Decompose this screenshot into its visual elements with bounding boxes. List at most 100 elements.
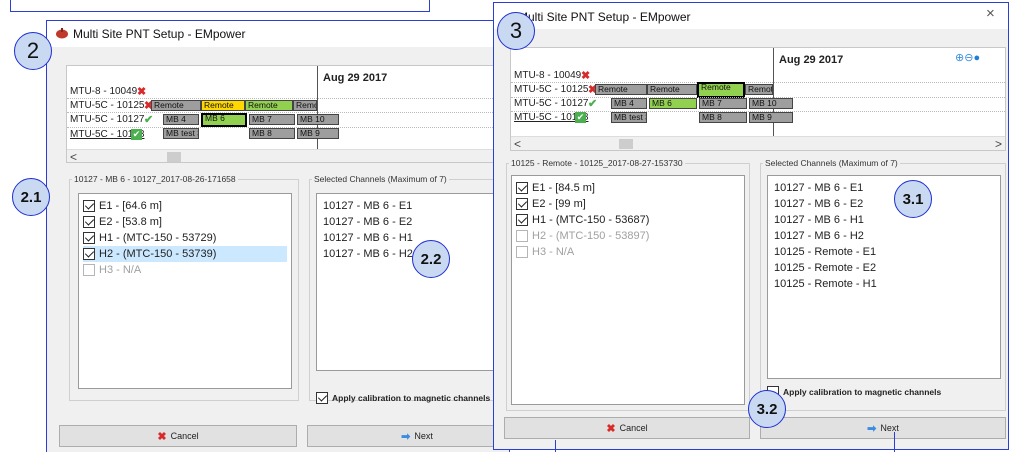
selected-channel-item[interactable]: 10127 - MB 6 - E1 [774, 182, 863, 194]
window-title: Multi Site PNT Setup - EMpower [73, 27, 246, 41]
next-button[interactable]: ➡ Next [307, 425, 509, 447]
callout-2-1: 2.1 [12, 178, 50, 216]
segment-remote[interactable]: Remote [201, 100, 245, 111]
segment-mb[interactable]: MB 6 [649, 98, 697, 109]
cancel-button[interactable]: ✖ Cancel [59, 425, 297, 447]
segment-mb[interactable]: MB 8 [249, 128, 295, 139]
checkbox-checked-icon[interactable] [516, 214, 528, 226]
segment-mb[interactable]: MB 7 [699, 98, 747, 109]
checkbox-checked-icon[interactable] [516, 182, 528, 194]
row-separator [67, 112, 505, 113]
title-bar: Multi Site PNT Setup - EMpower [47, 21, 509, 47]
channel-label: E2 - [53.8 m] [99, 216, 162, 228]
segment-remote[interactable]: Remote [595, 84, 647, 95]
selected-channel-item[interactable]: 10127 - MB 6 - E1 [323, 200, 412, 212]
callout-2: 2 [14, 32, 52, 70]
channel-checkbox[interactable]: E2 - [53.8 m] [83, 214, 287, 230]
callout-3-2: 3.2 [748, 390, 786, 428]
zoom-in-icon[interactable]: ⊕ [955, 52, 964, 64]
next-label: Next [414, 431, 433, 441]
segment-mb[interactable]: MB 4 [163, 114, 199, 125]
channel-label: H1 - (MTC-150 - 53729) [99, 232, 217, 244]
segment-remote[interactable]: Remote [647, 84, 697, 95]
selected-channel-item[interactable]: 10127 - MB 6 - E2 [323, 216, 412, 228]
checkbox-checked-icon[interactable] [83, 248, 95, 260]
channel-checkbox[interactable]: E2 - [99 m] [516, 196, 586, 212]
scroll-left-icon[interactable]: < [514, 137, 521, 150]
globe-icon[interactable]: ● [973, 52, 980, 64]
selected-channel-item[interactable]: 10127 - MB 6 - H1 [774, 214, 864, 226]
callout-3-1: 3.1 [894, 180, 932, 218]
error-icon: ✖ [137, 86, 147, 98]
scroll-thumb[interactable] [167, 152, 181, 162]
close-icon[interactable]: × [986, 5, 995, 22]
channel-list: E1 - [84.5 m] E2 - [99 m] H1 - (MTC-150 … [511, 175, 745, 405]
segment-mb[interactable]: MB 9 [749, 112, 793, 123]
segment-mb-selected[interactable]: MB 6 [201, 113, 247, 127]
cancel-label: Cancel [170, 431, 199, 441]
selected-channel-item[interactable]: 10127 - MB 6 - H1 [323, 232, 413, 244]
scroll-thumb[interactable] [619, 139, 633, 149]
selected-channel-item[interactable]: 10127 - MB 6 - H2 [323, 248, 413, 260]
previous-panel-edge [10, 0, 430, 12]
check-box-icon: ✔ [575, 112, 586, 123]
channel-checkbox[interactable]: H1 - (MTC-150 - 53687) [516, 212, 649, 228]
window-title: Multi Site PNT Setup - EMpower [518, 10, 691, 24]
scroll-right-icon[interactable]: > [995, 137, 1002, 150]
selected-channel-item[interactable]: 10127 - MB 6 - H2 [774, 230, 864, 242]
segment-mb[interactable]: MB 9 [297, 128, 339, 139]
checkbox-checked-icon[interactable] [316, 392, 328, 404]
segment-remote[interactable]: Remote [745, 84, 773, 95]
check-icon: ✔ [144, 114, 154, 126]
timeline-panel[interactable]: Aug 29 2017 MTU-8 - 10049 ✖ MTU-5C - 101… [66, 65, 506, 163]
checkbox-checked-icon[interactable] [516, 198, 528, 210]
channel-checkbox-disabled: H3 - N/A [516, 244, 574, 260]
checkbox-checked-icon[interactable] [83, 232, 95, 244]
window-step-3: Multi Site PNT Setup - EMpower × Aug 29 … [493, 2, 1009, 450]
selected-channel-item[interactable]: 10125 - Remote - H1 [774, 278, 877, 290]
selected-channel-item[interactable]: 10125 - Remote - E2 [774, 262, 876, 274]
scroll-left-icon[interactable]: < [70, 150, 77, 162]
check-box-icon: ✔ [131, 129, 142, 140]
segment-mb[interactable]: MB 4 [611, 98, 647, 109]
checkbox-checked-icon[interactable] [83, 216, 95, 228]
apply-calibration-label: Apply calibration to magnetic channels [332, 393, 491, 403]
segment-mb[interactable]: MB test 3 [163, 128, 199, 139]
timeline-row-label: MTU-5C - 10127 [514, 98, 589, 109]
channel-checkbox[interactable]: E1 - [64.6 m] [83, 198, 287, 214]
horizontal-scrollbar[interactable]: < [67, 149, 505, 162]
segment-mb[interactable]: MB 8 [699, 112, 747, 123]
error-icon: ✖ [581, 70, 591, 82]
timeline-row-label: MTU-5C - 10127 [70, 114, 145, 125]
next-button[interactable]: ➡ Next [760, 417, 1006, 439]
segment-remote[interactable]: Remote [293, 100, 317, 111]
segment-remote[interactable]: Remote [245, 100, 293, 111]
apply-calibration-checkbox[interactable]: Apply calibration to magnetic channels [316, 392, 490, 404]
timeline-panel[interactable]: Aug 29 2017 ⊕⊖● MTU-8 - 10049 ✖ MTU-5C -… [510, 47, 1006, 151]
cancel-button[interactable]: ✖ Cancel [504, 417, 750, 439]
selected-channel-item[interactable]: 10125 - Remote - E1 [774, 246, 876, 258]
channel-checkbox-disabled: H2 - (MTC-150 - 53897) [516, 228, 649, 244]
checkbox-checked-icon[interactable] [83, 200, 95, 212]
check-icon: ✔ [588, 98, 598, 110]
channel-checkbox[interactable]: H1 - (MTC-150 - 53729) [83, 230, 287, 246]
channel-checkbox[interactable]: E1 - [84.5 m] [516, 180, 595, 196]
selected-channel-item[interactable]: 10127 - MB 6 - E2 [774, 198, 863, 210]
segment-mb[interactable]: MB 10 [749, 98, 793, 109]
segment-remote[interactable]: Remote [151, 100, 201, 111]
callout-3: 3 [497, 12, 535, 50]
apply-calibration-label: Apply calibration to magnetic channels [783, 387, 942, 397]
segment-remote-selected[interactable]: Remote [697, 82, 745, 98]
apply-calibration-checkbox[interactable]: Apply calibration to magnetic channels [767, 386, 941, 398]
horizontal-scrollbar[interactable]: < > [511, 136, 1005, 150]
segment-mb[interactable]: MB 10 [297, 114, 339, 125]
channel-group-label: 10127 - MB 6 - 10127_2017-08-26-171658 [72, 174, 238, 184]
channel-group: 10125 - Remote - 10125_2017-08-27-153730… [506, 158, 750, 411]
channel-checkbox-highlighted[interactable]: H2 - (MTC-150 - 53739) [83, 246, 287, 262]
arrow-right-icon: ➡ [867, 422, 877, 435]
segment-mb[interactable]: MB 7 [249, 114, 295, 125]
segment-mb[interactable]: MB test 3 [611, 112, 647, 123]
cancel-label: Cancel [619, 423, 648, 433]
timeline-row-label: MTU-8 - 10049 [514, 70, 582, 81]
annotation-line [555, 440, 556, 452]
